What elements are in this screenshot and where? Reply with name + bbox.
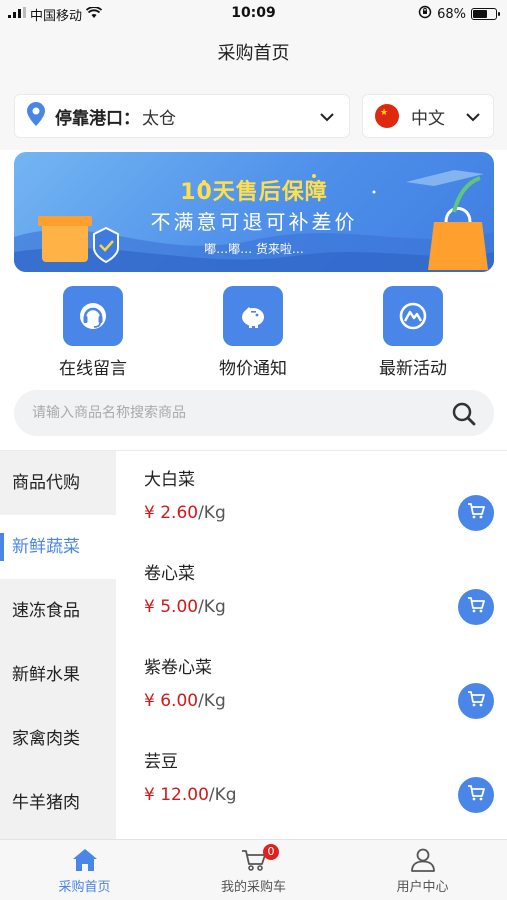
- search-bar: [14, 390, 494, 436]
- chevron-down-icon: [465, 109, 481, 129]
- price-unit: /Kg: [198, 597, 226, 617]
- product-price: ¥ 6.00/Kg: [144, 691, 226, 711]
- product-item[interactable]: 紫卷心菜 ¥ 6.00/Kg: [116, 639, 507, 733]
- battery-icon: [471, 8, 500, 20]
- tab-label: 用户中心: [396, 880, 449, 895]
- language-selector[interactable]: ★ 中文: [362, 94, 494, 138]
- price-unit: /Kg: [198, 503, 226, 523]
- tab-label: 我的采购车: [220, 880, 286, 895]
- tab-label: 采购首页: [58, 880, 111, 895]
- product-name: 大白菜: [144, 470, 195, 490]
- category-item-active[interactable]: 新鲜蔬菜: [0, 515, 116, 579]
- add-to-cart-button[interactable]: [458, 777, 494, 813]
- tab-cart[interactable]: 0 我的采购车: [169, 844, 338, 895]
- quick-action-price-notice[interactable]: 物价通知: [183, 286, 323, 379]
- banner-title: 10天售后保障: [180, 180, 328, 205]
- product-price: ¥ 12.00/Kg: [144, 785, 237, 805]
- price-amount: ¥ 2.60: [144, 503, 199, 523]
- bottom-tab-bar: 采购首页 0 我的采购车 用户中心: [0, 839, 507, 900]
- category-item[interactable]: 商品代购: [0, 451, 116, 515]
- language-value: 中文: [411, 108, 445, 129]
- category-item[interactable]: 牛羊猪肉: [0, 771, 116, 835]
- category-item[interactable]: 家禽肉类: [0, 707, 116, 771]
- status-bar: 中国移动 10:09 68%: [0, 0, 507, 28]
- status-right: 68%: [418, 5, 500, 23]
- cart-count-badge: 0: [263, 844, 279, 860]
- search-icon[interactable]: [452, 402, 476, 430]
- home-icon: [0, 846, 169, 874]
- banner-tagline: 嘟…嘟… 货来啦…: [204, 242, 304, 256]
- product-item[interactable]: 卷心菜 ¥ 5.00/Kg: [116, 545, 507, 639]
- product-name: 紫卷心菜: [144, 658, 212, 678]
- add-to-cart-button[interactable]: [458, 683, 494, 719]
- quick-action-label: 物价通知: [219, 359, 287, 379]
- product-item[interactable]: 大白菜 ¥ 2.60/Kg: [116, 451, 507, 545]
- quick-action-label: 最新活动: [379, 359, 447, 379]
- price-amount: ¥ 5.00: [144, 597, 199, 617]
- china-flag-icon: ★: [375, 104, 399, 128]
- chevron-down-icon: [319, 109, 335, 129]
- activity-icon: [383, 286, 443, 346]
- banner-subtitle: 不满意可退可补差价: [150, 210, 358, 234]
- product-name: 卷心菜: [144, 564, 195, 584]
- battery-percent: 68%: [437, 6, 466, 22]
- cart-icon: [467, 596, 485, 618]
- product-price: ¥ 2.60/Kg: [144, 503, 226, 523]
- user-icon: [338, 846, 507, 874]
- cart-icon: [467, 690, 485, 712]
- price-unit: /Kg: [198, 691, 226, 711]
- price-unit: /Kg: [208, 785, 237, 805]
- product-list: 大白菜 ¥ 2.60/Kg 卷心菜 ¥ 5.00/Kg 紫卷心菜 ¥ 6.00/…: [116, 451, 507, 839]
- tab-home[interactable]: 采购首页: [0, 846, 169, 895]
- orientation-lock-icon: [418, 5, 432, 23]
- price-amount: ¥ 12.00: [144, 785, 209, 805]
- product-price: ¥ 5.00/Kg: [144, 597, 226, 617]
- quick-action-activity[interactable]: 最新活动: [343, 286, 483, 379]
- quick-action-message[interactable]: 在线留言: [23, 286, 163, 379]
- promo-banner[interactable]: 10天售后保障 不满意可退可补差价 嘟…嘟… 货来啦…: [14, 152, 494, 272]
- location-pin-icon: [27, 102, 45, 130]
- product-name: 芸豆: [144, 752, 178, 772]
- piggy-bank-icon: [223, 286, 283, 346]
- add-to-cart-button[interactable]: [458, 589, 494, 625]
- battery-fill: [473, 10, 487, 18]
- quick-actions: 在线留言 物价通知 最新活动: [0, 280, 507, 380]
- headset-icon: [63, 286, 123, 346]
- page-title: 采购首页: [0, 28, 507, 80]
- port-label: 停靠港口：: [55, 108, 140, 129]
- product-item[interactable]: 芸豆 ¥ 12.00/Kg: [116, 733, 507, 827]
- category-item[interactable]: 速冻食品: [0, 579, 116, 643]
- search-input[interactable]: [32, 390, 442, 436]
- port-selector[interactable]: 停靠港口： 太仓: [14, 94, 350, 138]
- cart-icon: 0: [169, 844, 338, 874]
- tab-user-center[interactable]: 用户中心: [338, 846, 507, 895]
- port-value: 太仓: [142, 108, 176, 129]
- cart-icon: [467, 784, 485, 806]
- add-to-cart-button[interactable]: [458, 495, 494, 531]
- category-list: 商品代购 新鲜蔬菜 速冻食品 新鲜水果 家禽肉类 牛羊猪肉: [0, 451, 116, 839]
- cart-icon: [467, 502, 485, 524]
- selector-row: 停靠港口： 太仓 ★ 中文: [0, 80, 507, 150]
- price-amount: ¥ 6.00: [144, 691, 199, 711]
- quick-action-label: 在线留言: [59, 359, 127, 379]
- category-item[interactable]: 新鲜水果: [0, 643, 116, 707]
